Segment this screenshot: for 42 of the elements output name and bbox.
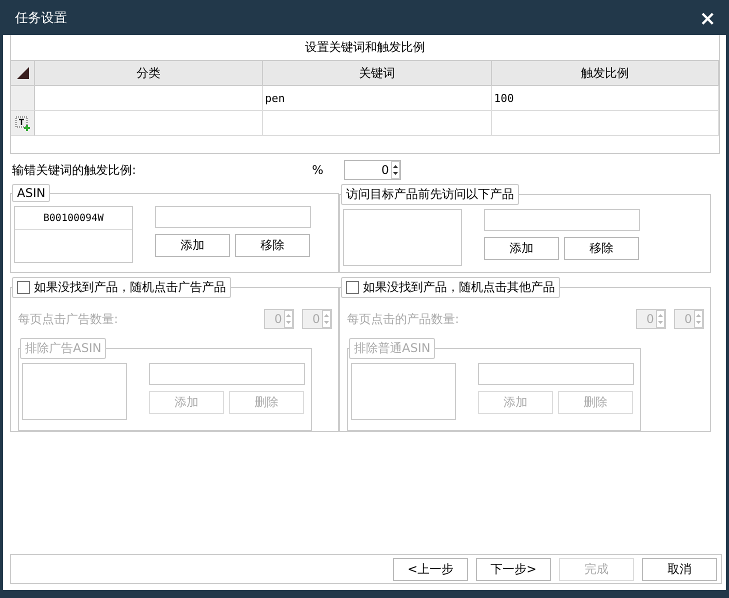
button[interactable]: <上一步 [393,558,468,580]
group-title: 排除广告ASIN [20,338,106,359]
input-field[interactable] [149,363,305,385]
count-label: 每页点击的产品数量: [347,310,460,328]
input-field[interactable] [484,209,640,231]
list-box[interactable]: B00100094W [14,206,133,263]
list-item[interactable]: B00100094W [15,207,132,230]
new-row-icon[interactable] [14,116,30,130]
group-title: 访问目标产品前先访问以下产品 [341,184,519,205]
button[interactable]: 添加 [484,237,559,260]
window-title: 任务设置 [15,10,67,26]
button[interactable]: 取消 [642,558,717,580]
table-cell[interactable] [35,111,263,136]
table-cell: 100 [492,86,719,111]
checkbox-label: 如果没找到产品，随机点击其他产品 [363,279,555,296]
unit-label: % [312,163,324,177]
table-cell[interactable] [263,111,492,136]
input-field[interactable] [478,363,634,385]
checkbox[interactable] [346,281,359,294]
ratio-label: 输错关键词的触发比例: [12,162,138,178]
list-box[interactable] [22,363,127,420]
list-box[interactable] [351,363,456,420]
list-box[interactable] [343,209,462,266]
button[interactable]: 移除 [235,234,310,257]
spin-arrows-icon[interactable] [391,161,400,179]
checkbox[interactable] [17,281,30,294]
group-title: ASIN [12,184,50,202]
button[interactable]: 添加 [155,234,230,257]
checkbox-label: 如果没找到产品，随机点击广告产品 [34,279,226,296]
table-cell[interactable] [492,111,719,136]
column-header: 触发比例 [492,61,719,86]
column-header: 关键词 [263,61,492,86]
close-button[interactable]: × [699,8,716,28]
input-field[interactable] [155,206,311,228]
button[interactable]: 移除 [564,237,639,260]
spin-field[interactable]: 0 [344,160,401,180]
table-cell: pen [263,86,492,111]
column-header: 分类 [35,61,263,86]
button[interactable]: 下一步> [476,558,551,580]
group-title: 排除普通ASIN [349,338,436,359]
corner-triangle-icon[interactable] [16,67,28,79]
count-label: 每页点击广告数量: [18,310,120,328]
